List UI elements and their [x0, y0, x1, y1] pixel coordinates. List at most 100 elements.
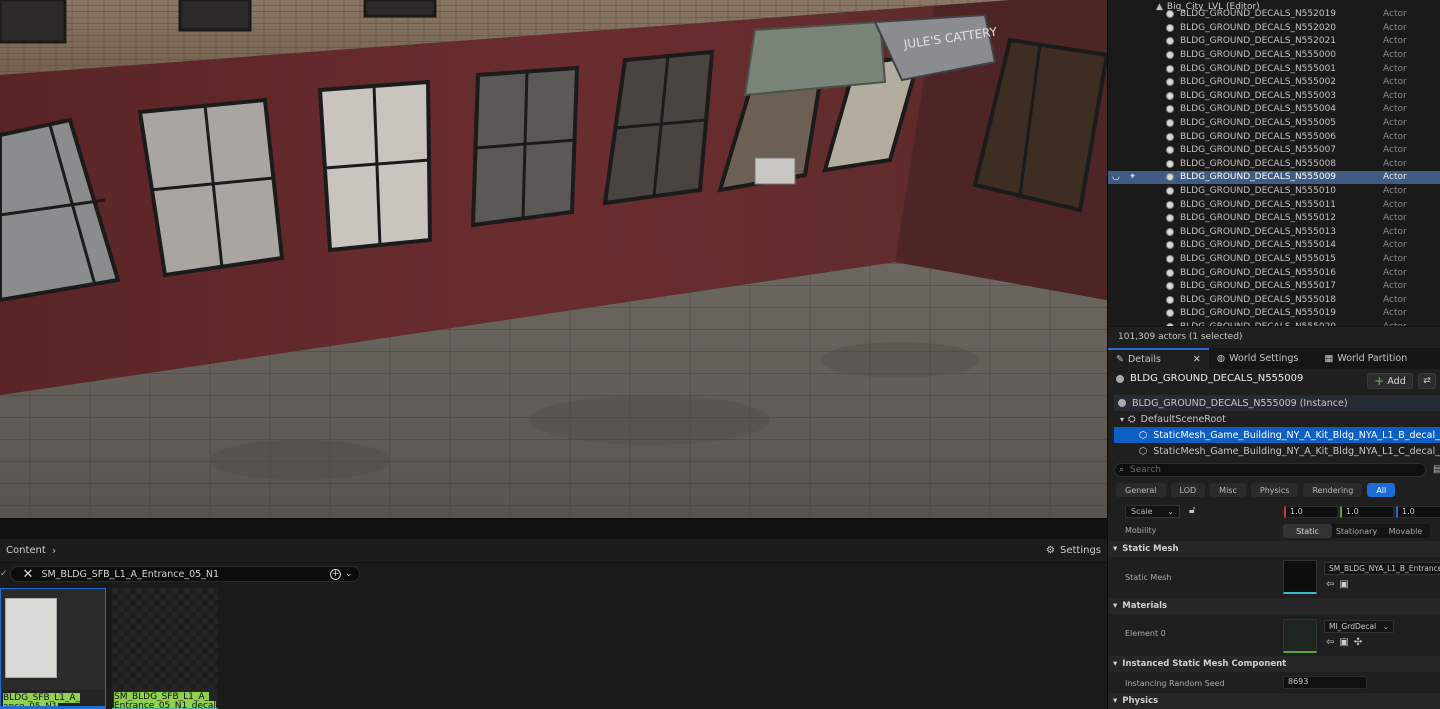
filter-all[interactable]: All	[1367, 483, 1396, 497]
scene-root-icon: ⛭	[1128, 413, 1136, 425]
component-row-staticmesh-b[interactable]: ⬡ StaticMesh_Game_Building_NY_A_Kit_Bldg…	[1114, 427, 1440, 443]
outliner-row[interactable]: BLDG_GROUND_DECALS_N555004 Actor	[1108, 103, 1440, 117]
outliner-row-label: BLDG_GROUND_DECALS_N555013	[1180, 226, 1337, 237]
material-thumbnail[interactable]	[1283, 619, 1317, 653]
filter-rendering[interactable]: Rendering	[1303, 483, 1363, 497]
chevron-right-icon[interactable]: ›	[52, 544, 56, 557]
asset-tile[interactable]: BLDG_SFB_L1_A_ ance_05_N1	[0, 588, 106, 709]
gear-icon: ⚙	[1046, 545, 1055, 556]
outliner-row[interactable]: BLDG_GROUND_DECALS_N555018 Actor	[1108, 293, 1440, 307]
mobility-static[interactable]: Static	[1283, 524, 1332, 538]
grid-icon: ▦	[1324, 353, 1334, 364]
expand-icon[interactable]: ▾	[1120, 415, 1124, 424]
outliner-row[interactable]: BLDG_GROUND_DECALS_N555000 Actor	[1108, 48, 1440, 62]
static-mesh-thumbnail[interactable]	[1283, 560, 1317, 594]
outliner-row-type: Actor	[1383, 131, 1407, 142]
section-physics[interactable]: ▾ Physics	[1108, 693, 1440, 709]
details-filter-bar: General LOD Misc Physics Rendering All	[1116, 483, 1396, 497]
pencil-icon: ✎	[1116, 354, 1124, 365]
outliner-row[interactable]: BLDG_GROUND_DECALS_N555005 Actor	[1108, 116, 1440, 130]
content-breadcrumb[interactable]: Content	[6, 545, 46, 556]
component-row-instance[interactable]: BLDG_GROUND_DECALS_N555009 (Instance)	[1114, 395, 1440, 411]
outliner-row[interactable]: BLDG_GROUND_DECALS_N555006 Actor	[1108, 130, 1440, 144]
tab-details[interactable]: ✎ Details ✕	[1108, 348, 1209, 369]
clear-search-icon[interactable]: ✕	[23, 567, 34, 582]
outliner-row-label: BLDG_GROUND_DECALS_N555019	[1180, 308, 1337, 319]
outliner-row[interactable]: BLDG_GROUND_DECALS_N555003 Actor	[1108, 89, 1440, 103]
outliner-row[interactable]: BLDG_GROUND_DECALS_N555016 Actor	[1108, 266, 1440, 280]
outliner-row-type: Actor	[1383, 240, 1407, 251]
outliner-row-label: BLDG_GROUND_DECALS_N555012	[1180, 213, 1337, 224]
mobility-stationary[interactable]: Stationary	[1332, 524, 1381, 538]
filter-misc[interactable]: Misc	[1210, 483, 1246, 497]
chevron-down-icon[interactable]: ⌄	[345, 569, 353, 579]
browse-icon[interactable]: ▣	[1339, 579, 1348, 590]
scale-x-field[interactable]: 1.0	[1284, 506, 1338, 518]
search-placeholder: Search	[1130, 465, 1161, 475]
world-outliner: ▲ Big_City_LVL (Editor) BLDG_GROUND_DECA…	[1108, 0, 1440, 326]
tab-world-partition[interactable]: ▦ World Partition	[1316, 348, 1415, 369]
outliner-row[interactable]: BLDG_GROUND_DECALS_N555015 Actor	[1108, 252, 1440, 266]
outliner-row[interactable]: BLDG_GROUND_DECALS_N555010 Actor	[1108, 184, 1440, 198]
content-search-input[interactable]: ✕ SM_BLDG_SFB_L1_A_Entrance_05_N1 + ⌄	[9, 566, 360, 582]
add-label: Add	[1387, 375, 1406, 387]
outliner-row[interactable]: BLDG_GROUND_DECALS_N555014 Actor	[1108, 239, 1440, 253]
options-icon[interactable]: ✣	[1354, 637, 1362, 648]
outliner-row[interactable]: BLDG_GROUND_DECALS_N552019 Actor	[1108, 8, 1440, 22]
outliner-row[interactable]: BLDG_GROUND_DECALS_N555001 Actor	[1108, 62, 1440, 76]
use-selected-icon[interactable]: ⇦	[1326, 579, 1334, 590]
plus-icon: +	[1374, 374, 1385, 388]
tab-world-settings[interactable]: ◍ World Settings	[1209, 348, 1307, 369]
scale-dropdown[interactable]: Scale ⌄	[1125, 505, 1180, 518]
actor-icon	[1166, 132, 1174, 141]
pin-icon[interactable]: ⌖	[1130, 172, 1135, 182]
filter-general[interactable]: General	[1116, 483, 1166, 497]
filter-physics[interactable]: Physics	[1250, 483, 1299, 497]
use-selected-icon[interactable]: ⇦	[1326, 637, 1334, 648]
collapse-icon: ▾	[1113, 601, 1118, 611]
close-tab-icon[interactable]: ✕	[1193, 354, 1201, 365]
browse-icon[interactable]: ▣	[1339, 637, 1348, 648]
visibility-eye-icon[interactable]: ◡	[1112, 172, 1120, 182]
mobility-movable[interactable]: Movable	[1381, 524, 1430, 538]
outliner-row[interactable]: BLDG_GROUND_DECALS_N552021 Actor	[1108, 35, 1440, 49]
scale-z-field[interactable]: 1.0	[1396, 506, 1440, 518]
component-row-staticmesh-c[interactable]: ⬡ StaticMesh_Game_Building_NY_A_Kit_Bldg…	[1114, 443, 1440, 459]
outliner-row[interactable]: BLDG_GROUND_DECALS_N555012 Actor	[1108, 212, 1440, 226]
outliner-row[interactable]: BLDG_GROUND_DECALS_N555008 Actor	[1108, 157, 1440, 171]
actor-count: 101,309 actors (1 selected)	[1108, 326, 1440, 348]
material-dropdown[interactable]: MI_GrdDecal ⌄	[1324, 620, 1394, 633]
scale-y-field[interactable]: 1.0	[1340, 506, 1394, 518]
outliner-row[interactable]: BLDG_GROUND_DECALS_N555011 Actor	[1108, 198, 1440, 212]
outliner-row[interactable]: BLDG_GROUND_DECALS_N552020 Actor	[1108, 21, 1440, 35]
actor-icon	[1118, 399, 1126, 407]
outliner-row[interactable]: BLDG_GROUND_DECALS_N555013 Actor	[1108, 225, 1440, 239]
filter-lod[interactable]: LOD	[1170, 483, 1206, 497]
random-seed-field[interactable]: 8693	[1283, 676, 1367, 689]
outliner-row[interactable]: BLDG_GROUND_DECALS_N555019 Actor	[1108, 307, 1440, 321]
section-static-mesh[interactable]: ▾ Static Mesh	[1108, 541, 1440, 557]
outliner-row[interactable]: BLDG_GROUND_DECALS_N555002 Actor	[1108, 76, 1440, 90]
add-filter-icon[interactable]: +	[330, 568, 341, 580]
blueprint-layout-button[interactable]: ⇄	[1418, 373, 1436, 389]
content-settings-button[interactable]: ⚙ Settings	[1046, 545, 1101, 556]
outliner-row-type: Actor	[1383, 104, 1407, 115]
outliner-row-type: Actor	[1383, 50, 1407, 61]
component-row-root[interactable]: ▾ ⛭ DefaultSceneRoot	[1114, 411, 1440, 427]
section-ismc[interactable]: ▾ Instanced Static Mesh Component	[1108, 656, 1440, 672]
asset-tile[interactable]: SM_BLDG_SFB_L1_A_ Entrance_05_N1_decal	[112, 588, 218, 709]
section-materials[interactable]: ▾ Materials	[1108, 598, 1440, 614]
section-static-mesh-label: Static Mesh	[1122, 544, 1179, 554]
details-search-input[interactable]: ⌕ Search	[1114, 463, 1426, 477]
table-view-icon[interactable]: ▤	[1433, 464, 1440, 475]
outliner-row[interactable]: ◡ ⌖ BLDG_GROUND_DECALS_N555009 Actor	[1108, 170, 1440, 185]
add-component-button[interactable]: + Add	[1367, 373, 1413, 389]
outliner-row[interactable]: BLDG_GROUND_DECALS_N555017 Actor	[1108, 280, 1440, 294]
mesh-icon: ⬡	[1139, 445, 1148, 457]
outliner-row[interactable]: BLDG_GROUND_DECALS_N555007 Actor	[1108, 144, 1440, 158]
actor-icon	[1166, 200, 1174, 209]
lock-icon[interactable]: 🔓︎	[1189, 505, 1195, 516]
level-viewport[interactable]: JULE'S CATTERY	[0, 0, 1107, 518]
material-value: MI_GrdDecal	[1329, 622, 1377, 631]
static-mesh-dropdown[interactable]: SM_BLDG_NYA_L1_B_Entrance_0	[1324, 562, 1440, 575]
